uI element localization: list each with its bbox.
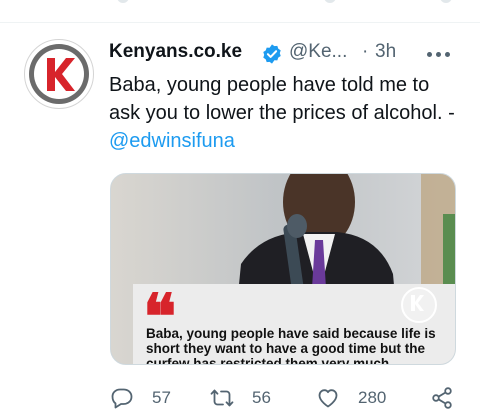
kenyans-watermark-icon	[401, 287, 437, 323]
reply-button[interactable]: 57	[110, 383, 171, 413]
image-caption: Baba, young people have said because lif…	[146, 326, 436, 365]
tweet-actions: 57 56 280	[110, 383, 460, 413]
more-dots-icon[interactable]	[427, 43, 453, 65]
share-icon	[432, 387, 452, 409]
mention-link[interactable]: @edwinsifuna	[109, 130, 235, 152]
retweet-icon	[210, 389, 234, 407]
reply-count: 57	[152, 388, 171, 407]
heart-icon	[318, 389, 338, 408]
tweet-text: Baba, young people have told me to ask y…	[109, 71, 459, 155]
reply-icon	[111, 388, 133, 409]
tweet-header: Kenyans.co.ke @Ke... · 3h	[109, 41, 464, 67]
share-icon[interactable]	[440, 0, 452, 3]
handle[interactable]: @Ke...	[289, 41, 347, 63]
kenyans-logo-icon	[29, 44, 89, 104]
timestamp[interactable]: 3h	[375, 41, 396, 63]
previous-tweet-actions-strip	[0, 0, 480, 23]
tweet-media-image[interactable]: ❝ Baba, young people have said because l…	[110, 173, 456, 365]
like-button[interactable]: 280	[316, 383, 386, 413]
like-icon[interactable]	[324, 0, 336, 3]
retweet-count: 56	[252, 388, 271, 407]
tweet-body: Baba, young people have told me to ask y…	[109, 74, 455, 124]
like-count: 280	[358, 388, 387, 407]
tweet[interactable]: Kenyans.co.ke @Ke... · 3h Baba, young pe…	[0, 23, 480, 409]
reply-icon[interactable]	[117, 0, 129, 3]
separator-dot: ·	[362, 41, 369, 62]
verified-badge-icon	[263, 44, 281, 64]
retweet-button[interactable]: 56	[210, 383, 271, 413]
share-button[interactable]	[430, 383, 454, 413]
display-name[interactable]: Kenyans.co.ke	[109, 41, 242, 63]
avatar[interactable]	[24, 39, 94, 109]
